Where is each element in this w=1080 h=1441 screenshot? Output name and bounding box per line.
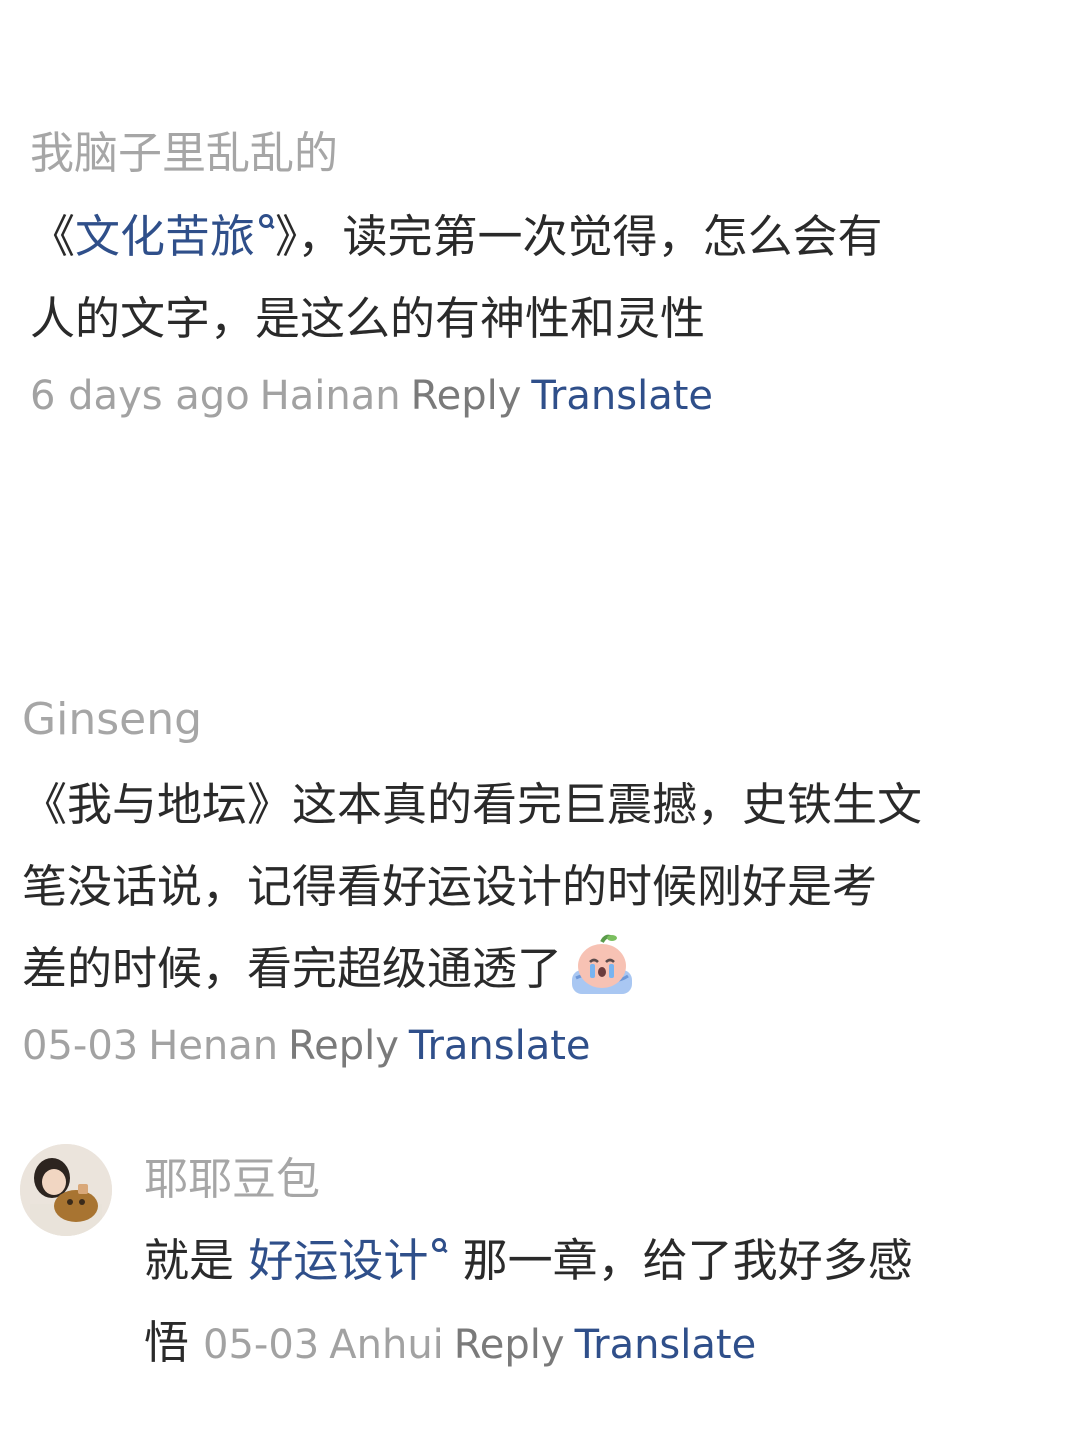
topic-link-label[interactable]: 文化苦旅 [75, 210, 255, 263]
reply-comment: 耶耶豆包 就是 好运设计 那一章，给了我好多感 悟 05-03 Anhui Reply… [144, 1152, 913, 1386]
comment-1: 我脑子里乱乱的 《文化苦旅 》，读完第一次觉得，怎么会有 人的文字，是这么的有神性… [30, 126, 883, 424]
comment-line-1: 《我与地坛》这本真的看完巨震撼，史铁生文 [22, 778, 923, 831]
translate-button[interactable]: Translate [531, 373, 713, 419]
comment-line-2-text: 悟 [144, 1316, 190, 1369]
comment-author[interactable]: Ginseng [22, 692, 922, 748]
comment-line-2: 人的文字，是这么的有神性和灵性 [30, 292, 706, 345]
comment-line-1: 就是 好运设计 那一章，给了我好多感 [144, 1220, 913, 1302]
comment-location: Henan [148, 1023, 279, 1069]
search-icon[interactable] [259, 214, 274, 228]
avatar[interactable] [20, 1144, 112, 1236]
comment-author[interactable]: 我脑子里乱乱的 [30, 126, 883, 182]
topic-link[interactable]: 好运设计 [248, 1234, 448, 1287]
comment-text: 就是 好运设计 那一章，给了我好多感 悟 05-03 Anhui Reply Trans… [144, 1220, 913, 1386]
comment-line-2: 笔没话说，记得看好运设计的时候刚好是考 [22, 860, 878, 913]
comment-time: 05-03 [203, 1322, 320, 1368]
comment-time: 6 days ago [30, 373, 250, 419]
reply-button[interactable]: Reply [288, 1023, 399, 1069]
comment-author[interactable]: 耶耶豆包 [144, 1152, 913, 1208]
comment-text: 《我与地坛》这本真的看完巨震撼，史铁生文 笔没话说，记得看好运设计的时候刚好是考… [22, 764, 922, 1010]
comment-text-bracket: 《 [30, 210, 76, 263]
topic-link[interactable]: 文化苦旅 [75, 210, 275, 263]
reply-button[interactable]: Reply [454, 1322, 565, 1368]
translate-button[interactable]: Translate [409, 1023, 591, 1069]
comment-location: Anhui [329, 1322, 444, 1368]
comment-location: Hainan [259, 373, 401, 419]
comment-2: Ginseng 《我与地坛》这本真的看完巨震撼，史铁生文 笔没话说，记得看好运设… [22, 692, 922, 1074]
comment-line-2: 悟 05-03 Anhui Reply Translate [144, 1302, 913, 1386]
user-avatar-icon[interactable] [20, 1144, 112, 1236]
topic-link-label[interactable]: 好运设计 [248, 1234, 428, 1287]
comment-meta: 05-03 Anhui Reply Translate [203, 1322, 756, 1368]
crying-emoji-icon [572, 934, 633, 994]
comment-line-3-text: 差的时候，看完超级通透了 [22, 942, 563, 995]
search-icon[interactable] [432, 1238, 447, 1252]
comment-line-1: 《文化苦旅 》，读完第一次觉得，怎么会有 [30, 196, 883, 278]
comment-time: 05-03 [22, 1023, 139, 1069]
comment-text-rest: 那一章，给了我好多感 [448, 1234, 913, 1287]
comment-text-prefix: 就是 [144, 1234, 249, 1287]
comment-meta: 05-03 Henan Reply Translate [22, 1018, 922, 1074]
comment-meta: 6 days ago Hainan Reply Translate [30, 368, 883, 424]
comment-text-rest: 》，读完第一次觉得，怎么会有 [275, 210, 883, 263]
comment-line-3: 差的时候，看完超级通透了 [22, 928, 922, 1010]
comment-text: 《文化苦旅 》，读完第一次觉得，怎么会有 人的文字，是这么的有神性和灵性 [30, 196, 883, 360]
reply-button[interactable]: Reply [411, 373, 522, 419]
translate-button[interactable]: Translate [575, 1322, 757, 1368]
